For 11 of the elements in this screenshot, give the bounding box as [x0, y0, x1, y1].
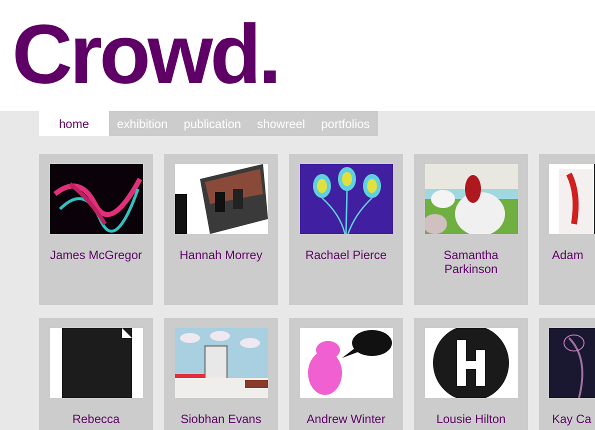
artist-name[interactable]: Adam	[552, 248, 584, 262]
artist-name[interactable]: Kay Ca	[552, 412, 592, 426]
artist-name[interactable]: Hannah Morrey	[169, 248, 273, 262]
artist-name[interactable]: Samantha Parkinson	[419, 248, 523, 276]
artist-name[interactable]: Siobhan Evans	[169, 412, 273, 426]
nav-tab[interactable]: home	[39, 111, 109, 136]
artist-name[interactable]: Rebecca	[44, 412, 148, 426]
artist-name[interactable]: Rachael Pierce	[294, 248, 398, 262]
artist-name[interactable]: Andrew Winter	[294, 412, 398, 426]
artist-name[interactable]: James McGregor	[44, 248, 148, 262]
artist-name[interactable]: Lousie Hilton	[419, 412, 523, 426]
